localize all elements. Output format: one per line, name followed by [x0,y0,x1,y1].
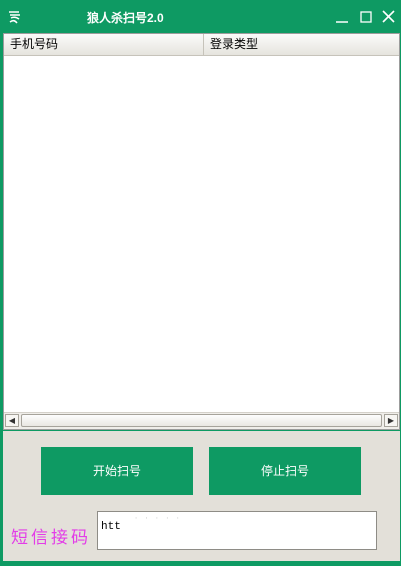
horizontal-scrollbar[interactable]: ◀ ▶ [4,412,399,429]
start-scan-button[interactable]: 开始扫号 [41,447,193,495]
scroll-left-arrow-icon[interactable]: ◀ [5,414,19,427]
account-list[interactable]: 手机号码 登录类型 ◀ ▶ [3,33,400,430]
list-header: 手机号码 登录类型 [4,34,399,56]
sms-faint-text: · · · · · [134,515,181,523]
scrollbar-thumb[interactable] [21,414,382,427]
minimize-icon[interactable] [331,6,353,28]
sms-code-label: 短信接码 [11,528,91,548]
stop-scan-button[interactable]: 停止扫号 [209,447,361,495]
app-logo-icon [9,11,20,24]
maximize-icon[interactable] [355,6,377,28]
column-header-login-type[interactable]: 登录类型 [204,34,399,55]
sms-code-field[interactable]: htt · · · · · [97,511,377,550]
window-title: 狼人杀扫号2.0 [87,11,164,25]
close-icon[interactable] [377,6,399,28]
control-panel: 开始扫号 停止扫号 短信接码 htt · · · · · [3,431,400,561]
column-header-phone[interactable]: 手机号码 [4,34,204,55]
scroll-right-arrow-icon[interactable]: ▶ [384,414,398,427]
title-bar[interactable]: 狼人杀扫号2.0 [1,1,400,33]
app-window: 狼人杀扫号2.0 手机号码 登录类型 ◀ ▶ 开始扫号 停止扫号 短信接码 ht… [0,0,401,566]
sms-code-value: htt [101,521,121,533]
